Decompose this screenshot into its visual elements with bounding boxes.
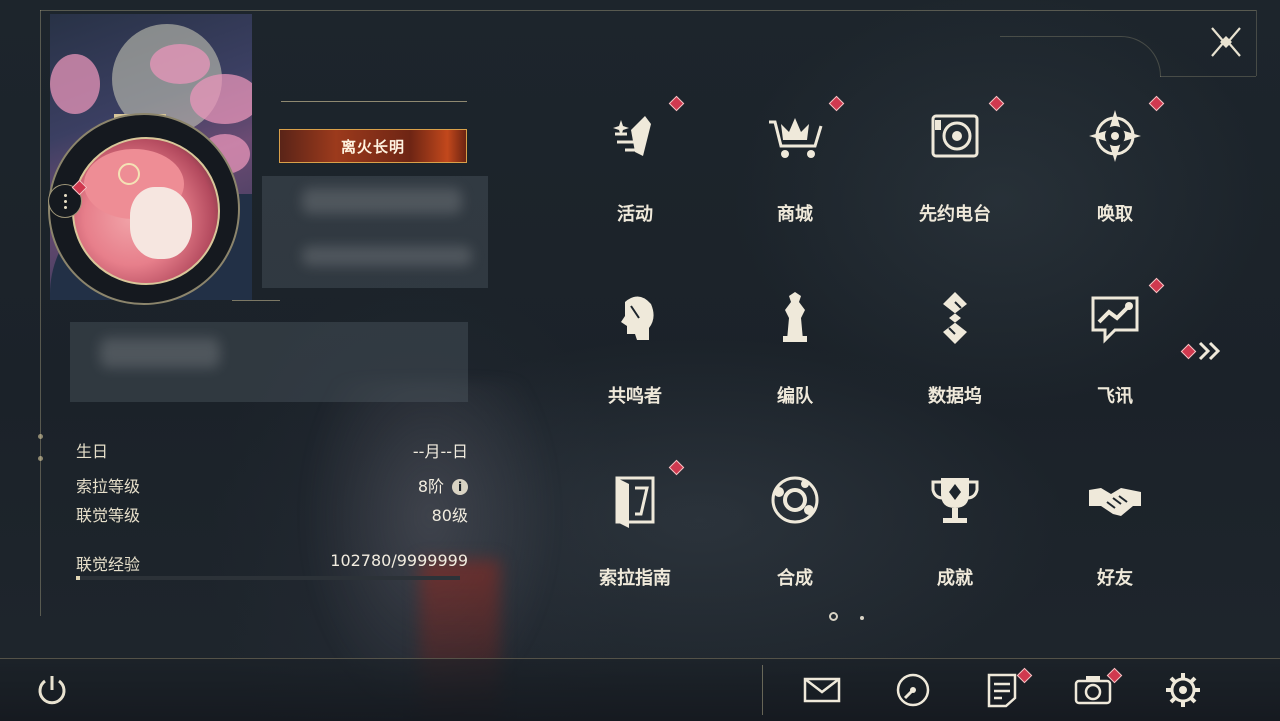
tile-radio[interactable]: 先约电台 (905, 94, 1005, 234)
avatar[interactable] (72, 137, 220, 285)
tile-activity[interactable]: 活动 (585, 94, 685, 234)
player-name-redacted (262, 176, 488, 288)
notification-badge (668, 95, 685, 112)
compass-star-icon (1089, 110, 1141, 162)
tile-data-dock[interactable]: 数据坞 (905, 276, 1005, 416)
resonator-head-icon (621, 296, 654, 340)
stat-sola-level: 索拉等级 8阶 i (76, 473, 468, 496)
shop-crown-cart-icon (769, 118, 823, 158)
notification-badge (668, 459, 685, 476)
notes-icon[interactable] (982, 670, 1022, 710)
frame-dot (38, 434, 43, 439)
synthesis-icon (771, 476, 819, 524)
handshake-icon (1089, 488, 1141, 516)
trophy-icon (931, 478, 979, 523)
exp-progress-bar (76, 576, 460, 580)
frame-line (1256, 10, 1257, 76)
close-icon[interactable] (1208, 24, 1244, 60)
tile-guide[interactable]: 索拉指南 (585, 458, 685, 598)
tile-shop[interactable]: 商城 (745, 94, 845, 234)
stat-union-exp: 联觉经验 102780/9999999 (76, 551, 468, 574)
chess-pieces-icon (783, 292, 807, 342)
frame-line (40, 10, 41, 616)
frame-line (40, 10, 1256, 11)
data-dock-icon (943, 292, 967, 344)
tile-summon[interactable]: 唤取 (1065, 94, 1165, 234)
info-icon[interactable]: i (452, 479, 468, 495)
tile-resonators[interactable]: 共鸣者 (585, 276, 685, 416)
divider (232, 300, 280, 301)
divider (281, 101, 467, 102)
tile-friends[interactable]: 好友 (1065, 458, 1165, 598)
stat-birthday: 生日 --月--日 (76, 442, 468, 461)
tile-messages[interactable]: 飞讯 (1065, 276, 1165, 416)
signature-redacted (70, 322, 468, 402)
frame-corner (1000, 36, 1161, 77)
notification-badge (1148, 277, 1165, 294)
notification-badge (828, 95, 845, 112)
power-icon[interactable] (34, 672, 70, 708)
frame-line (1160, 76, 1256, 77)
notification-badge (988, 95, 1005, 112)
radio-icon (931, 114, 979, 158)
notification-badge (1148, 95, 1165, 112)
stat-union-level: 联觉等级 80级 (76, 506, 468, 525)
page-indicator[interactable] (860, 616, 864, 620)
nameplate-text: 离火长明 (340, 137, 405, 156)
sola-level-value: 8阶 (417, 477, 444, 496)
frame-dot (38, 456, 43, 461)
guide-book-icon (615, 476, 655, 528)
chat-bubble-icon (1091, 296, 1139, 344)
clock-icon[interactable] (893, 670, 933, 710)
tile-achievements[interactable]: 成就 (905, 458, 1005, 598)
page-indicator-active[interactable] (829, 612, 838, 621)
next-page-icon[interactable] (1196, 340, 1224, 362)
gear-icon[interactable] (1163, 670, 1203, 710)
tile-synthesis[interactable]: 合成 (745, 458, 845, 598)
mail-icon[interactable] (802, 670, 842, 710)
title-nameplate[interactable]: 离火长明 (279, 129, 467, 163)
activity-icon (613, 116, 651, 156)
divider (762, 665, 763, 715)
tile-team[interactable]: 编队 (745, 276, 845, 416)
